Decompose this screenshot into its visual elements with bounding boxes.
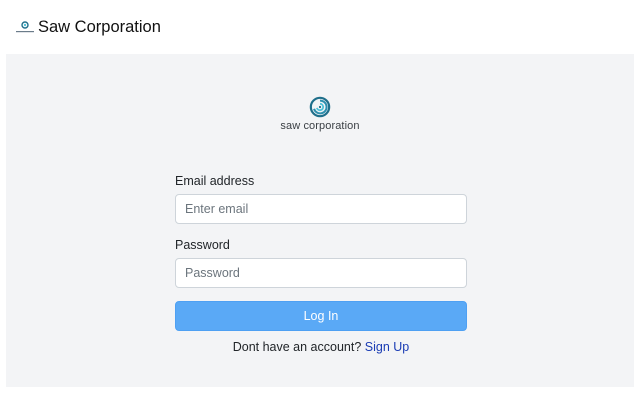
login-button[interactable]: Log In bbox=[175, 301, 467, 331]
login-panel: saw corporation Email address Password L… bbox=[6, 54, 634, 387]
saw-corporation-logo-icon bbox=[14, 16, 36, 38]
login-form: Email address Password Log In Dont have … bbox=[175, 174, 467, 354]
brand-name: Saw Corporation bbox=[38, 17, 161, 36]
signup-link[interactable]: Sign Up bbox=[365, 340, 409, 354]
password-label: Password bbox=[175, 238, 230, 252]
password-input[interactable] bbox=[175, 258, 467, 288]
email-label: Email address bbox=[175, 174, 255, 188]
email-group: Email address bbox=[175, 174, 467, 224]
email-input[interactable] bbox=[175, 194, 467, 224]
swirl-logo-icon bbox=[309, 96, 331, 118]
signup-prompt: Dont have an account? bbox=[232, 340, 362, 354]
brand-link[interactable]: Saw Corporation bbox=[14, 16, 161, 38]
company-logo: saw corporation bbox=[6, 96, 634, 132]
signup-row: Dont have an account? Sign Up bbox=[175, 340, 467, 354]
logo-text: saw corporation bbox=[280, 120, 360, 132]
navbar: Saw Corporation bbox=[0, 0, 640, 54]
password-group: Password bbox=[175, 238, 467, 288]
